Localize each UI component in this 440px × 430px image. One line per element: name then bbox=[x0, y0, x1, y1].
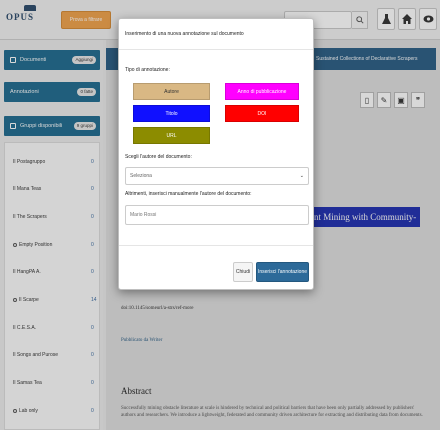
cancel-button[interactable]: Chiudi bbox=[233, 262, 253, 282]
author-select[interactable]: Seleziona ⌄ bbox=[125, 167, 309, 185]
tag-label: URL bbox=[166, 132, 177, 139]
modal-title: Inserimento di una nuova annotazione sul… bbox=[125, 31, 244, 37]
submit-annotation-button[interactable]: Inserisci l'annotazione bbox=[256, 262, 309, 282]
tag-label: DOI bbox=[257, 110, 267, 117]
chevron-down-icon: ⌄ bbox=[299, 173, 304, 179]
tag-titolo[interactable]: Titolo bbox=[133, 105, 210, 122]
tag-label: Anno di pubblicazione bbox=[237, 88, 287, 95]
divider bbox=[119, 245, 313, 246]
annotation-modal: Inserimento di una nuova annotazione sul… bbox=[118, 18, 314, 290]
author-select-label: Scegli l'autore del documento: bbox=[125, 154, 192, 160]
tag-autore[interactable]: Autore bbox=[133, 83, 210, 100]
manual-author-label: Altrimenti, inserisci manualmente l'auto… bbox=[125, 191, 252, 197]
tag-anno[interactable]: Anno di pubblicazione bbox=[225, 83, 299, 100]
tag-doi[interactable]: DOI bbox=[225, 105, 299, 122]
tag-label: Titolo bbox=[165, 110, 178, 117]
annotation-type-label: Tipo di annotazione: bbox=[125, 67, 170, 73]
tag-label: Autore bbox=[164, 88, 179, 95]
author-select-value: Seleziona bbox=[130, 173, 152, 179]
tag-url[interactable]: URL bbox=[133, 127, 210, 144]
manual-author-input[interactable] bbox=[125, 205, 309, 225]
divider bbox=[119, 49, 313, 50]
